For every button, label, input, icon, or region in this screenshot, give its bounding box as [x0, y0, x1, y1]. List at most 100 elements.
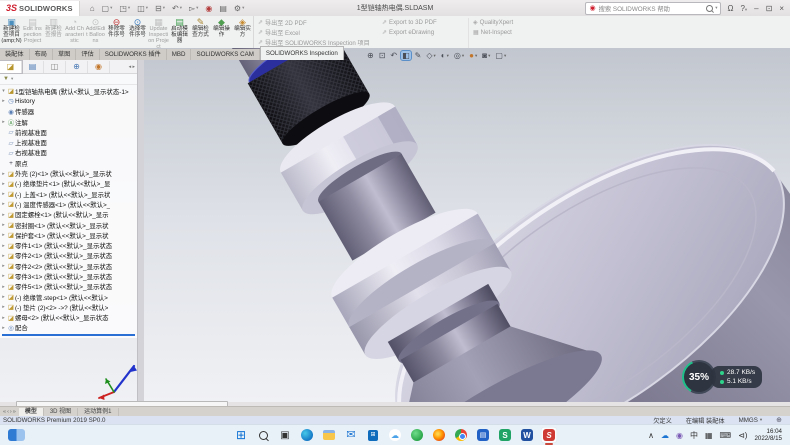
taskbar-app-button[interactable]: ▣ — [277, 427, 293, 443]
taskbar-app-button[interactable]: ⊞ — [365, 427, 381, 443]
taskbar-app-button[interactable]: ☁ — [387, 427, 403, 443]
minimize-button[interactable]: – — [754, 4, 758, 13]
tray-icon[interactable]: ☁ — [661, 431, 669, 440]
feature-tree-item[interactable]: ▸ ◪ 外壳 (2)<1> (默认<<默认>_显示状 — [0, 168, 137, 178]
export-option[interactable]: ▦ Net-Inspect — [473, 28, 537, 37]
expander-icon[interactable]: ▸ — [0, 181, 7, 187]
ribbon-button[interactable]: ▤ Edit Inspection Project — [22, 16, 43, 49]
expander-icon[interactable]: ▸ — [0, 304, 7, 310]
feature-tree-item[interactable]: ▸ ◪ 零件1<1> (默认<<默认>_显示状态 — [0, 240, 137, 250]
taskbar-app-button[interactable] — [299, 427, 315, 443]
view-tool-button[interactable]: ↶ ▾ — [389, 51, 398, 60]
login-icon[interactable]: Ω — [727, 4, 733, 13]
view-tool-button[interactable]: ● ▾ — [468, 51, 478, 60]
feature-tree-item[interactable]: ▾ ◪ 1型铠轴热电偶 (默认<默认_显示状态-1> — [0, 86, 137, 96]
ribbon-button[interactable]: ⊖ 移除零件序号 — [106, 16, 127, 49]
command-tab[interactable]: SOLIDWORKS 插件 — [100, 49, 167, 60]
quick-access-button[interactable]: ↶ ▾ — [172, 4, 182, 13]
ribbon-button[interactable]: ▤ 启动模板编辑器 — [169, 16, 190, 49]
view-tool-button[interactable]: ◇ ▾ — [425, 51, 436, 60]
expander-icon[interactable]: ▸ — [0, 263, 7, 269]
command-tab[interactable]: MBD — [167, 49, 192, 60]
rollback-bar[interactable] — [2, 334, 135, 336]
taskbar-app-button[interactable]: ▤ — [475, 427, 491, 443]
panel-splitter[interactable] — [137, 60, 144, 402]
panel-tab-overflow-arrows[interactable]: ◂ ▸ — [129, 64, 137, 70]
feature-tree-item[interactable]: ▸ ◪ 保护套<1> (默认<<默认>_显示状 — [0, 230, 137, 240]
command-tab[interactable]: SOLIDWORKS CAM — [191, 49, 259, 60]
solidworks-logo[interactable]: 3S SOLIDWORKS — [0, 1, 80, 16]
view-tool-button[interactable]: ◙ ▾ — [481, 51, 491, 60]
search-icon[interactable] — [706, 5, 713, 12]
taskbar-app-button[interactable]: ✉ — [343, 427, 359, 443]
feature-tree-item[interactable]: ▸ ◪ 零件2<2> (默认<<默认>_显示状态 — [0, 261, 137, 271]
performance-monitor-overlay[interactable]: 35% 28.7 KB/s 5.1 KB/s — [682, 360, 762, 394]
tray-icon[interactable]: ⌨ — [720, 431, 732, 440]
taskbar-app-button[interactable] — [431, 427, 447, 443]
expander-icon[interactable]: ▸ — [0, 315, 7, 321]
feature-tree-item[interactable]: ▱ 上视基准面 — [0, 137, 137, 147]
tree-filter-row[interactable]: ▼ ▾ — [0, 74, 137, 85]
panel-tab[interactable]: ◉ — [88, 61, 110, 73]
feature-tree-item[interactable]: ▸ ◪ 密封圈<1> (默认<<默认>_显示状 — [0, 220, 137, 230]
expander-icon[interactable]: ▸ — [0, 232, 7, 238]
taskbar-app-button[interactable] — [409, 427, 425, 443]
feature-tree-item[interactable]: ▸ ◪ 零件3<1> (默认<<默认>_显示状态 — [0, 271, 137, 281]
expander-icon[interactable]: ▸ — [0, 171, 7, 177]
tray-icon[interactable]: 中 — [690, 430, 698, 441]
command-tab[interactable]: 草图 — [53, 49, 76, 60]
export-option[interactable]: ⇗ Export to 3D PDF — [382, 18, 464, 27]
command-tab[interactable]: 布局 — [30, 49, 53, 60]
ribbon-button[interactable]: ▦ Update Inspection Project — [148, 16, 169, 49]
export-option[interactable]: ⇗ 导出至 2D PDF — [258, 18, 378, 27]
panel-tab[interactable]: ▤ — [22, 61, 44, 73]
expander-icon[interactable]: ▾ — [0, 88, 7, 94]
expander-icon[interactable]: ▸ — [0, 212, 7, 218]
feature-tree-item[interactable]: ◉ 传感器 — [0, 107, 137, 117]
taskbar-app-button[interactable]: ⊞ — [233, 427, 249, 443]
tray-icon[interactable]: ⊲) — [738, 431, 747, 440]
expander-icon[interactable]: ▸ — [0, 119, 7, 125]
taskbar-app-button[interactable] — [453, 427, 469, 443]
ribbon-button[interactable]: ⊙ Add/Edit Balloons — [85, 16, 106, 49]
taskbar-clock[interactable]: 16:04 2022/8/15 — [754, 428, 782, 442]
taskbar-app-button[interactable]: S — [541, 427, 557, 443]
quick-access-button[interactable]: ▤ ▾ — [219, 4, 227, 13]
taskbar-app-button[interactable] — [321, 427, 337, 443]
view-tool-button[interactable]: ◎ ▾ — [453, 51, 465, 60]
export-option[interactable]: ⇗ Export eDrawing — [382, 28, 464, 37]
quick-access-button[interactable]: ⊟ ▾ — [155, 4, 165, 13]
feature-tree-item[interactable]: ▸ ◪ (-) 上盖<1> (默认<<默认>_显示状 — [0, 189, 137, 199]
quick-access-button[interactable]: ◳ ▾ — [119, 4, 130, 13]
panel-tab[interactable]: ⊕ — [66, 61, 88, 73]
feature-tree-item[interactable]: ▸ ◪ 零件2<1> (默认<<默认>_显示状态 — [0, 251, 137, 261]
panel-tab[interactable]: ◫ — [44, 61, 66, 73]
feature-tree-item[interactable]: ▸ ◎ 配合 — [0, 323, 137, 333]
command-tab[interactable]: 评估 — [76, 49, 99, 60]
feature-tree-item[interactable]: ▸ ◪ 螺母<2> (默认<<默认>_显示状态 — [0, 313, 137, 323]
expander-icon[interactable]: ▸ — [0, 243, 7, 249]
view-tool-button[interactable]: ◐ ▾ — [440, 51, 450, 60]
quick-access-button[interactable]: ◉ ▾ — [205, 4, 212, 13]
ribbon-button[interactable]: ▥ 新建检查报告 — [43, 16, 64, 49]
feature-tree-item[interactable]: ▸ ◪ (-) 温度传感器<1> (默认<<默认>_ — [0, 199, 137, 209]
expander-icon[interactable]: ▸ — [0, 191, 7, 197]
expander-icon[interactable]: ▸ — [0, 201, 7, 207]
taskbar-app-button[interactable]: W — [519, 427, 535, 443]
command-tab[interactable]: SOLIDWORKS Inspection — [260, 46, 344, 60]
panel-tab[interactable]: ◪ — [0, 61, 22, 73]
ribbon-button[interactable]: ◆ 编辑操作 — [211, 16, 232, 49]
feature-tree-item[interactable]: ▸ Ⓐ 注解 — [0, 117, 137, 127]
view-tool-button[interactable]: ⊡ ▾ — [378, 51, 387, 60]
close-button[interactable]: × — [779, 4, 784, 13]
expander-icon[interactable]: ▸ — [0, 294, 7, 300]
export-option[interactable]: ⇗ 导出至 Excel — [258, 28, 378, 37]
feature-tree-item[interactable]: ▱ 右视基准面 — [0, 148, 137, 158]
feature-tree-item[interactable]: ▸ ◷ History — [0, 96, 137, 106]
expander-icon[interactable]: ▸ — [0, 253, 7, 259]
help-search-input[interactable]: ◉ 搜索 SOLIDWORKS 帮助 ▾ — [585, 2, 721, 15]
tray-icon[interactable]: ∧ — [648, 431, 654, 440]
feature-tree-item[interactable]: ▸ ◪ (-) 垫片 (2)<2> ->? (默认<<默认> — [0, 302, 137, 312]
tab-nav-arrow[interactable]: « — [3, 409, 6, 415]
view-tool-button[interactable]: ⊕ ▾ — [366, 51, 375, 60]
